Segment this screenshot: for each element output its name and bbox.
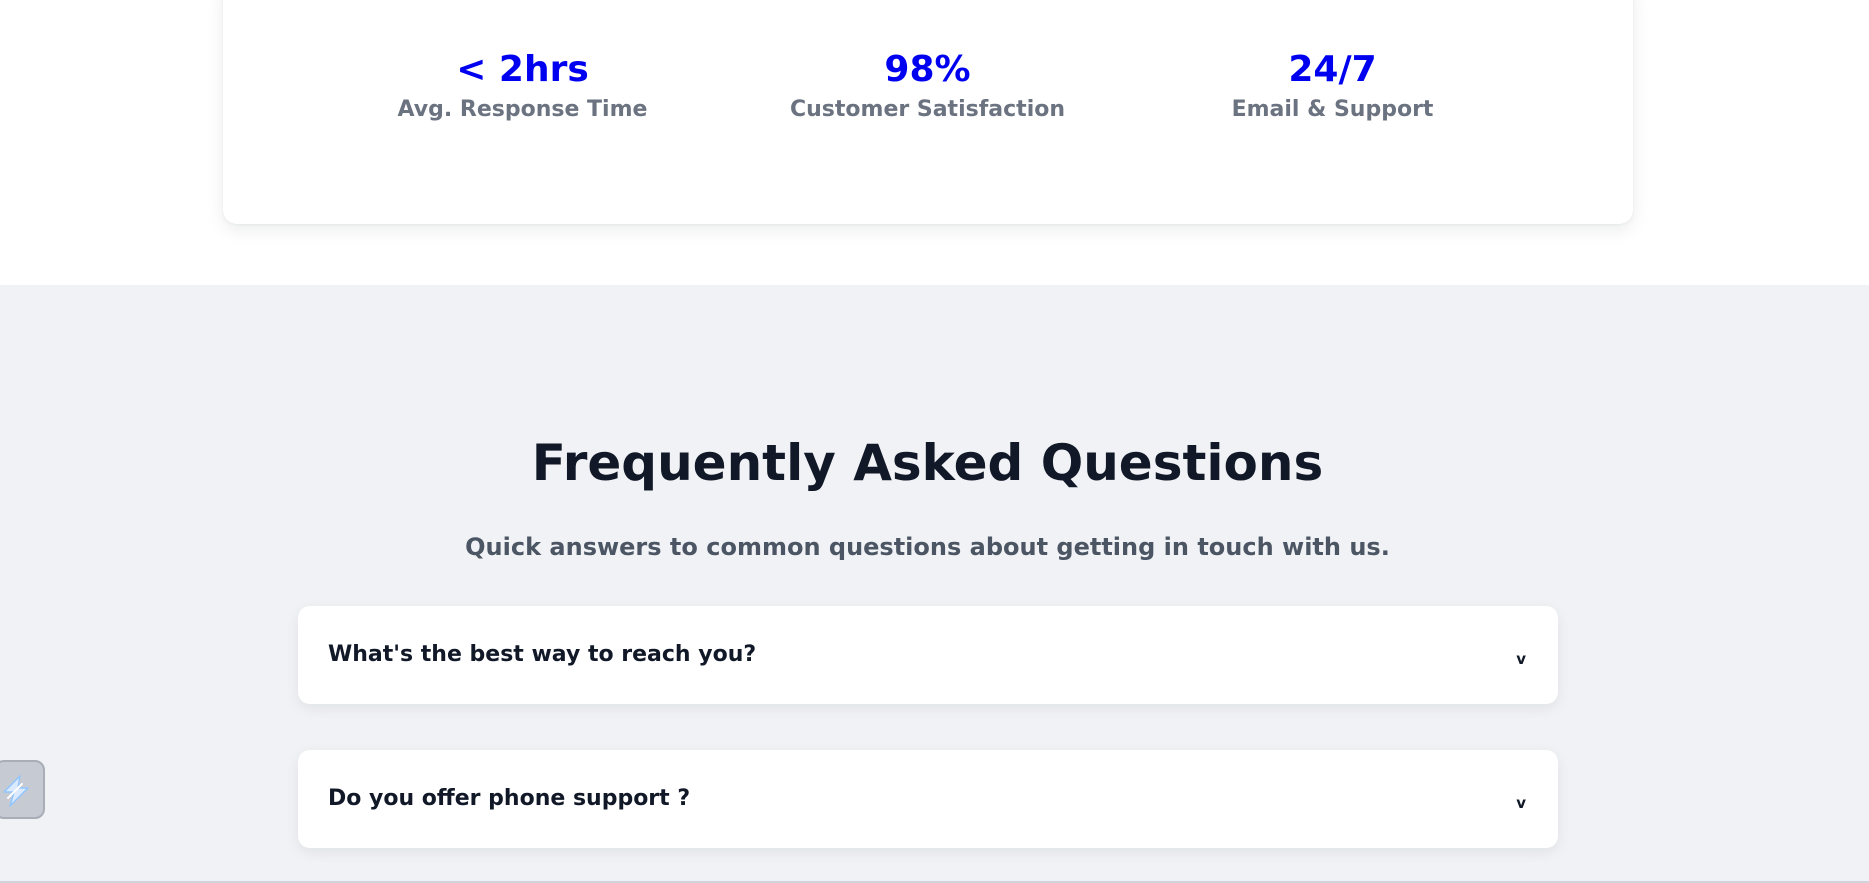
stat-label: Email & Support (1231, 97, 1434, 122)
stat-value: < 2hrs (456, 49, 589, 90)
stat-satisfaction: 98% Customer Satisfaction (725, 50, 1130, 124)
stat-value: 24/7 (1288, 49, 1377, 90)
page: < 2hrs Avg. Response Time 98% Customer S… (0, 0, 1869, 883)
chevron-down-icon[interactable]: v (1516, 794, 1526, 812)
stat-availability: 24/7 Email & Support (1130, 50, 1535, 124)
chevron-down-icon[interactable]: v (1516, 650, 1526, 668)
faq-section: Frequently Asked Questions Quick answers… (0, 285, 1869, 883)
faq-question: Do you offer phone support ? (328, 786, 691, 811)
faq-subtitle: Quick answers to common questions about … (465, 533, 1390, 561)
faq-item-best-way-to-reach[interactable]: What's the best way to reach you? v (298, 606, 1558, 704)
stat-response-time: < 2hrs Avg. Response Time (320, 50, 725, 124)
faq-question: What's the best way to reach you? (328, 642, 757, 667)
stat-label: Customer Satisfaction (789, 97, 1066, 122)
stat-label: Avg. Response Time (397, 97, 648, 122)
lightning-icon (3, 775, 29, 807)
faq-title: Frequently Asked Questions (531, 434, 1324, 492)
faq-item-phone-support[interactable]: Do you offer phone support ? v (298, 750, 1558, 848)
stats-section: < 2hrs Avg. Response Time 98% Customer S… (0, 0, 1869, 285)
stat-value: 98% (884, 49, 971, 90)
floating-widget-button[interactable] (0, 760, 45, 819)
